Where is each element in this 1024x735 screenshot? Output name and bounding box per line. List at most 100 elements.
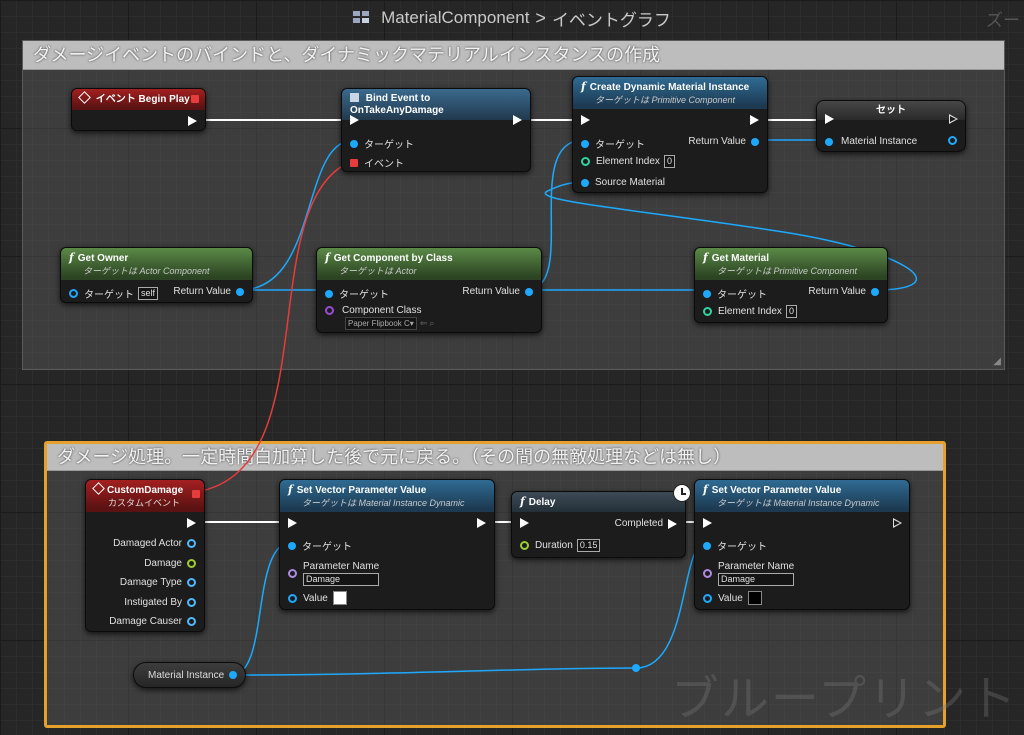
target-pin[interactable] — [581, 139, 589, 148]
node-title: Bind Event to OnTakeAnyDamage — [350, 93, 444, 116]
return-value-pin[interactable] — [525, 287, 533, 296]
color-swatch-black[interactable] — [747, 591, 762, 605]
pin-label: Value — [303, 592, 328, 604]
blueprint-icon — [353, 11, 371, 25]
node-set-variable[interactable]: セット Material Instance — [816, 100, 966, 152]
duration-pin[interactable] — [520, 541, 529, 550]
node-bind-event[interactable]: Bind Event to OnTakeAnyDamage ターゲット イベント — [341, 88, 531, 172]
bind-event-icon — [350, 93, 359, 102]
element-index-input[interactable]: 0 — [785, 305, 797, 318]
node-title: Get Component by Class — [333, 253, 453, 264]
return-value-pin[interactable] — [751, 137, 759, 146]
target-pin[interactable] — [288, 541, 296, 550]
blueprint-name[interactable]: MaterialComponent — [381, 8, 529, 28]
material-instance-pin[interactable] — [825, 137, 833, 146]
exec-in-pin[interactable] — [703, 518, 712, 528]
pin-label: Component Class — [342, 305, 422, 316]
exec-in-pin[interactable] — [350, 115, 359, 125]
pin-label: Return Value — [173, 286, 231, 297]
delegate-pin[interactable] — [191, 95, 199, 103]
exec-in-pin[interactable] — [825, 114, 834, 124]
target-pin[interactable] — [703, 289, 711, 298]
color-swatch-white[interactable] — [332, 591, 347, 605]
pin-label: Source Material — [595, 177, 666, 188]
node-create-dynamic-material-instance[interactable]: f Create Dynamic Material Instance ターゲットは … — [572, 76, 768, 193]
delegate-pin[interactable] — [192, 490, 200, 498]
target-pin[interactable] — [703, 541, 711, 550]
damaged-actor-pin[interactable] — [187, 539, 196, 548]
pin-label: Duration — [535, 540, 573, 551]
exec-out-pin[interactable] — [750, 115, 759, 125]
node-set-vector-parameter-black[interactable]: f Set Vector Parameter Value ターゲットは Materi… — [694, 479, 910, 610]
node-get-material-instance-variable[interactable]: Material Instance — [133, 662, 246, 688]
pin-label: Material Instance — [841, 136, 918, 147]
exec-out-pin[interactable] — [188, 116, 197, 126]
node-title: Set Vector Parameter Value — [296, 485, 427, 496]
duration-input[interactable]: 0.15 — [576, 539, 601, 552]
parameter-name-pin[interactable] — [703, 569, 712, 578]
node-subtitle: ターゲットは Material Instance Dynamic — [717, 498, 880, 508]
event-pin[interactable] — [350, 158, 358, 167]
component-class-pin[interactable] — [325, 306, 334, 315]
damage-type-pin[interactable] — [187, 578, 196, 587]
target-pin[interactable] — [69, 289, 78, 298]
return-value-pin[interactable] — [236, 287, 244, 296]
source-material-pin[interactable] — [581, 178, 589, 187]
damage-pin[interactable] — [187, 559, 196, 568]
node-title: セット — [876, 105, 906, 116]
comment-title[interactable]: ダメージ処理。一定時間白加算した後で元に戻る。（その間の無敵処理などは無し） — [47, 444, 943, 471]
exec-out-pin[interactable] — [513, 115, 522, 125]
node-begin-play[interactable]: イベント Begin Play — [71, 88, 206, 131]
exec-out-pin[interactable] — [949, 114, 958, 124]
graph-name[interactable]: イベントグラフ — [552, 6, 671, 31]
return-value-pin[interactable] — [871, 287, 879, 296]
pin-label: Damage — [144, 558, 182, 569]
exec-in-pin[interactable] — [520, 518, 529, 528]
parameter-name-pin[interactable] — [288, 569, 297, 578]
exec-in-pin[interactable] — [288, 518, 297, 528]
pin-label: ターゲット — [595, 140, 645, 151]
graph-breadcrumb: MaterialComponent > イベントグラフ — [0, 0, 1024, 36]
pin-label: Parameter Name — [718, 561, 795, 572]
node-subtitle: ターゲットは Primitive Component — [717, 266, 858, 276]
element-index-pin[interactable] — [703, 307, 712, 316]
element-index-pin[interactable] — [581, 157, 590, 166]
element-index-input[interactable]: 0 — [663, 155, 675, 168]
breadcrumb-separator: > — [535, 7, 546, 28]
blueprint-watermark: ブループリント — [670, 673, 1018, 726]
pin-label: Damage Causer — [109, 616, 182, 627]
target-pin[interactable] — [350, 139, 358, 148]
clock-icon — [673, 484, 691, 502]
damage-causer-pin[interactable] — [187, 617, 196, 626]
node-subtitle: ターゲットは Material Instance Dynamic — [302, 498, 465, 508]
node-delay[interactable]: f Delay Completed Duration 0.15 — [511, 484, 691, 558]
target-pin[interactable] — [325, 289, 333, 298]
completed-exec-pin[interactable] — [668, 518, 677, 529]
node-title: Create Dynamic Material Instance — [589, 82, 750, 93]
node-get-owner[interactable]: f Get Owner ターゲットは Actor Component ターゲット se… — [60, 247, 253, 303]
resize-handle-icon[interactable]: ◢ — [993, 356, 1001, 367]
exec-in-pin[interactable] — [581, 115, 590, 125]
node-get-component-by-class[interactable]: f Get Component by Class ターゲットは Actor ターゲッ… — [316, 247, 542, 333]
comment-title[interactable]: ダメージイベントのバインドと、ダイナミックマテリアルインスタンスの作成 — [23, 41, 1004, 70]
exec-out-pin[interactable] — [187, 518, 196, 528]
parameter-name-input[interactable]: Damage — [718, 573, 795, 586]
node-custom-damage-event[interactable]: CustomDamage カスタムイベント Damaged Actor Damag… — [85, 479, 205, 632]
node-set-vector-parameter-white[interactable]: f Set Vector Parameter Value ターゲットは Materi… — [279, 479, 495, 610]
search-icon[interactable]: ⌕ — [429, 318, 434, 329]
value-pin[interactable] — [288, 593, 297, 603]
material-instance-out-pin[interactable] — [229, 671, 237, 679]
pin-label: Instigated By — [124, 597, 182, 608]
browse-arrow-icon[interactable]: ⇐ — [420, 318, 428, 329]
parameter-name-input[interactable]: Damage — [303, 573, 380, 586]
value-pin[interactable] — [703, 593, 712, 603]
pin-label: Damage Type — [119, 577, 182, 588]
material-instance-out-pin[interactable] — [948, 136, 957, 145]
component-class-dropdown[interactable]: Paper Flipbook C▾ — [345, 317, 417, 330]
node-get-material[interactable]: f Get Material ターゲットは Primitive Component … — [694, 247, 888, 323]
instigated-by-pin[interactable] — [187, 598, 196, 607]
exec-out-pin[interactable] — [893, 518, 902, 528]
node-title: Get Material — [711, 253, 769, 264]
node-title: Material Instance — [148, 669, 225, 681]
exec-out-pin[interactable] — [477, 518, 486, 528]
